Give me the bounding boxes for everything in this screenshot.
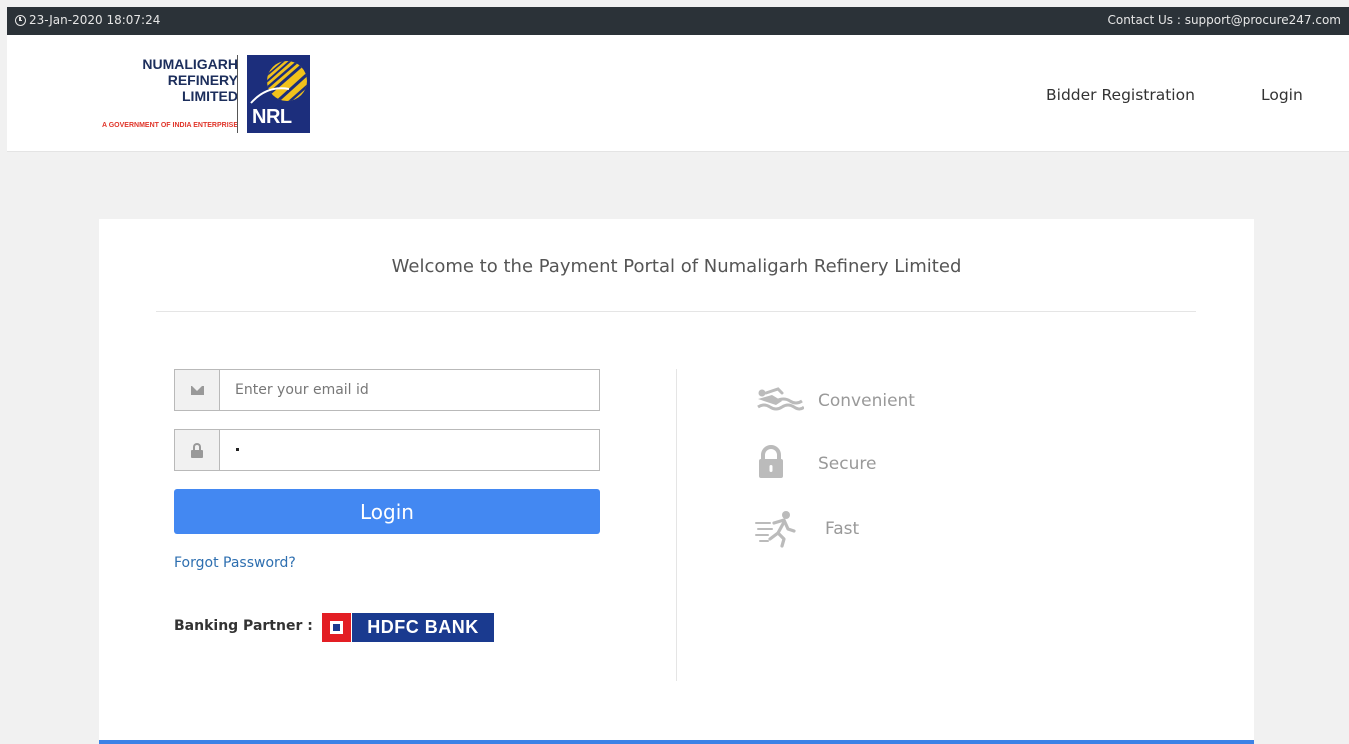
nrl-emblem-icon: NRL <box>247 55 310 133</box>
datetime-display: 23-Jan-2020 18:07:24 <box>15 13 160 27</box>
hdfc-emblem-icon <box>322 613 351 642</box>
logo-divider <box>237 55 238 133</box>
password-addon <box>175 430 220 470</box>
datetime-text: 23-Jan-2020 18:07:24 <box>29 13 161 27</box>
column-divider <box>676 369 677 681</box>
nav-login[interactable]: Login <box>1261 86 1303 104</box>
site-header: NUMALIGARH REFINERY LIMITED A GOVERNMENT… <box>7 35 1349 152</box>
email-addon <box>175 370 220 410</box>
clock-icon <box>15 14 26 26</box>
password-mask-dot <box>236 448 239 451</box>
feature-label: Convenient <box>818 391 915 411</box>
payment-portal-card: Welcome to the Payment Portal of Numalig… <box>99 219 1254 744</box>
welcome-heading: Welcome to the Payment Portal of Numalig… <box>391 256 962 277</box>
password-input[interactable] <box>221 430 599 470</box>
runner-icon <box>755 511 796 548</box>
swimmer-icon <box>757 387 804 411</box>
login-button[interactable]: Login <box>174 489 600 534</box>
feature-label: Secure <box>818 454 877 474</box>
email-input[interactable] <box>221 370 599 410</box>
top-info-bar: 23-Jan-2020 18:07:24 Contact Us : suppor… <box>7 7 1349 35</box>
email-field-group <box>174 369 600 411</box>
forgot-password-link[interactable]: Forgot Password? <box>174 555 296 571</box>
lock-icon <box>759 445 783 478</box>
feature-label: Fast <box>825 519 860 539</box>
envelope-icon <box>190 385 204 395</box>
banking-partner-label: Banking Partner : <box>174 618 313 634</box>
nrl-logo[interactable]: NUMALIGARH REFINERY LIMITED A GOVERNMENT… <box>62 55 322 135</box>
heading-divider <box>156 311 1196 312</box>
logo-tagline: A GOVERNMENT OF INDIA ENTERPRISE <box>102 122 238 129</box>
logo-mark-text: NRL <box>252 106 292 128</box>
hdfc-bank-logo: HDFC BANK <box>321 613 494 642</box>
nav-bidder-registration[interactable]: Bidder Registration <box>1046 86 1195 104</box>
card-bottom-accent <box>99 740 1254 744</box>
hdfc-bank-name: HDFC BANK <box>352 613 494 642</box>
contact-us-text[interactable]: Contact Us : support@procure247.com <box>1107 13 1341 27</box>
password-field-group <box>174 429 600 471</box>
logo-wordmark: NUMALIGARH REFINERY LIMITED <box>142 56 238 104</box>
lock-icon <box>191 442 203 458</box>
